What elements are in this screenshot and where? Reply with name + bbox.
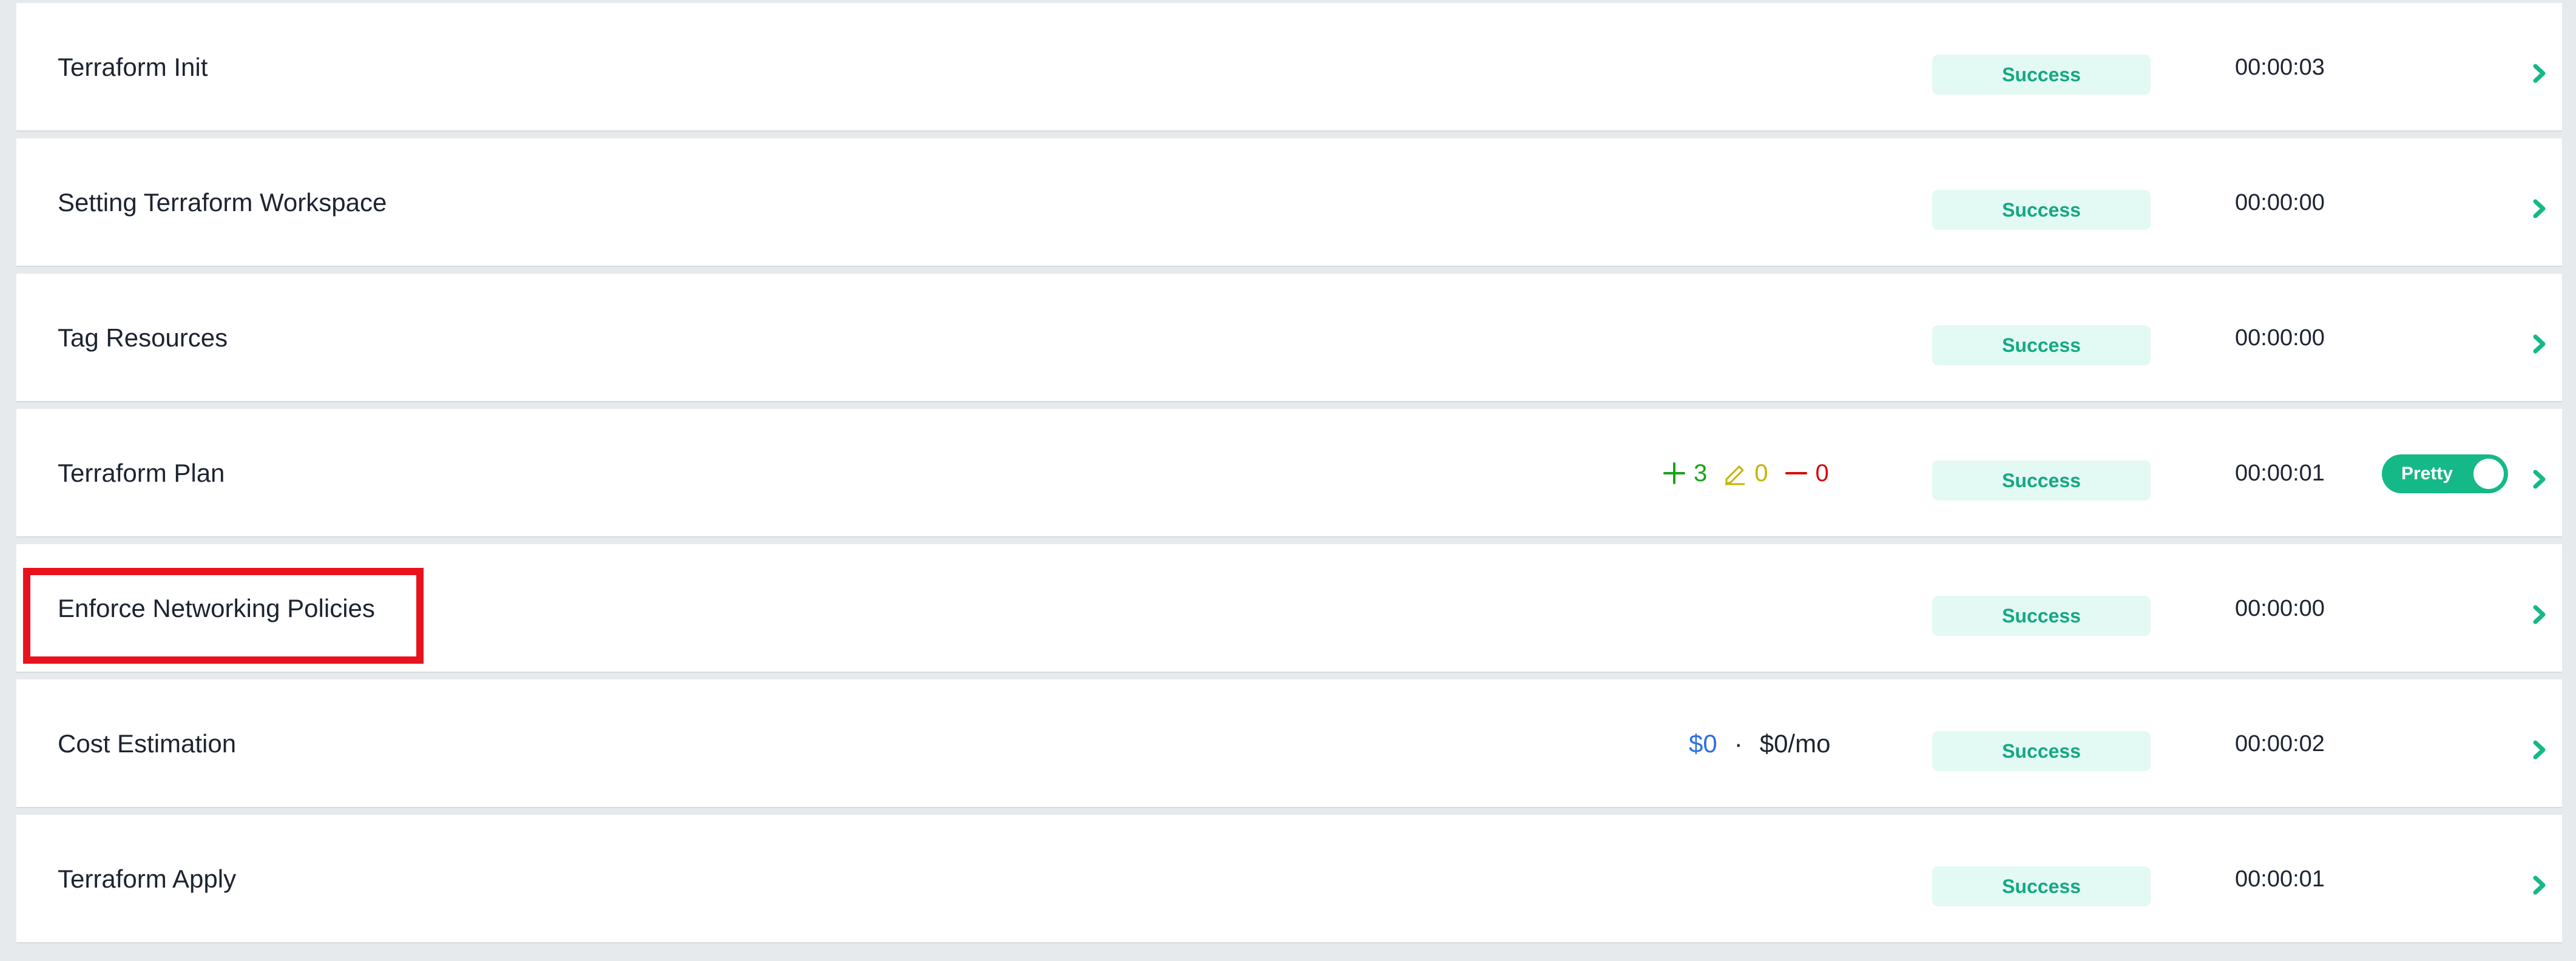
workflow-steps-list: Terraform Init Success 00:00:03 Setting …	[0, 0, 2576, 961]
status-badge: Success	[1932, 596, 2151, 636]
toggle-label: Pretty	[2401, 464, 2453, 484]
chevron-right-icon[interactable]	[2527, 467, 2552, 491]
step-duration: 00:00:01	[2235, 866, 2325, 892]
step-name: Cost Estimation	[58, 729, 237, 758]
changed-count: 0	[1754, 459, 1768, 487]
step-duration: 00:00:02	[2235, 731, 2325, 757]
step-row-terraform-init[interactable]: Terraform Init Success 00:00:03	[16, 3, 2562, 132]
pretty-toggle[interactable]: Pretty	[2382, 454, 2508, 493]
toggle-knob	[2473, 459, 2504, 489]
step-duration: 00:00:00	[2235, 325, 2325, 351]
plan-change-summary: 3 0 0	[1662, 409, 1829, 538]
chevron-right-icon[interactable]	[2527, 873, 2552, 897]
status-badge: Success	[1932, 460, 2151, 501]
step-duration: 00:00:00	[2235, 190, 2325, 215]
resources-destroyed: 0	[1784, 460, 1829, 487]
cost-summary: $0 · $0/mo	[1689, 679, 1830, 808]
status-badge: Success	[1932, 325, 2151, 365]
step-row-terraform-plan[interactable]: Terraform Plan 3 0 0 Success 00:00:01 Pr…	[16, 409, 2562, 538]
chevron-right-icon[interactable]	[2527, 61, 2552, 86]
pencil-icon	[1725, 465, 1745, 485]
step-row-terraform-apply[interactable]: Terraform Apply Success 00:00:01	[16, 815, 2562, 943]
step-name: Terraform Plan	[58, 459, 225, 487]
step-duration: 00:00:03	[2235, 55, 2325, 80]
status-badge: Success	[1932, 190, 2151, 230]
destroyed-count: 0	[1815, 459, 1829, 487]
step-row-cost-estimation[interactable]: Cost Estimation $0 · $0/mo Success 00:00…	[16, 679, 2562, 808]
resources-changed: 0	[1723, 460, 1768, 487]
chevron-right-icon[interactable]	[2527, 738, 2552, 762]
status-badge: Success	[1932, 731, 2151, 771]
minus-icon	[1785, 472, 1807, 474]
step-name: Terraform Init	[58, 53, 208, 81]
cost-separator: ·	[1734, 729, 1743, 758]
chevron-right-icon[interactable]	[2527, 332, 2552, 356]
step-name: Tag Resources	[58, 323, 228, 352]
step-row-enforce-networking-policies[interactable]: Enforce Networking Policies Success 00:0…	[16, 544, 2562, 673]
chevron-right-icon[interactable]	[2527, 197, 2552, 221]
added-count: 3	[1694, 459, 1708, 487]
resources-added: 3	[1662, 460, 1707, 487]
step-name: Terraform Apply	[58, 865, 237, 893]
plus-icon	[1663, 462, 1685, 484]
step-duration: 00:00:01	[2235, 460, 2325, 486]
cost-monthly: $0/mo	[1759, 729, 1831, 758]
step-row-tag-resources[interactable]: Tag Resources Success 00:00:00	[16, 274, 2562, 402]
step-name: Setting Terraform Workspace	[58, 188, 387, 217]
status-badge: Success	[1932, 55, 2151, 95]
step-row-setting-terraform-workspace[interactable]: Setting Terraform Workspace Success 00:0…	[16, 138, 2562, 267]
chevron-right-icon[interactable]	[2527, 602, 2552, 627]
status-badge: Success	[1932, 866, 2151, 906]
step-duration: 00:00:00	[2235, 596, 2325, 621]
step-name: Enforce Networking Policies	[58, 594, 375, 622]
cost-now: $0	[1689, 729, 1717, 758]
